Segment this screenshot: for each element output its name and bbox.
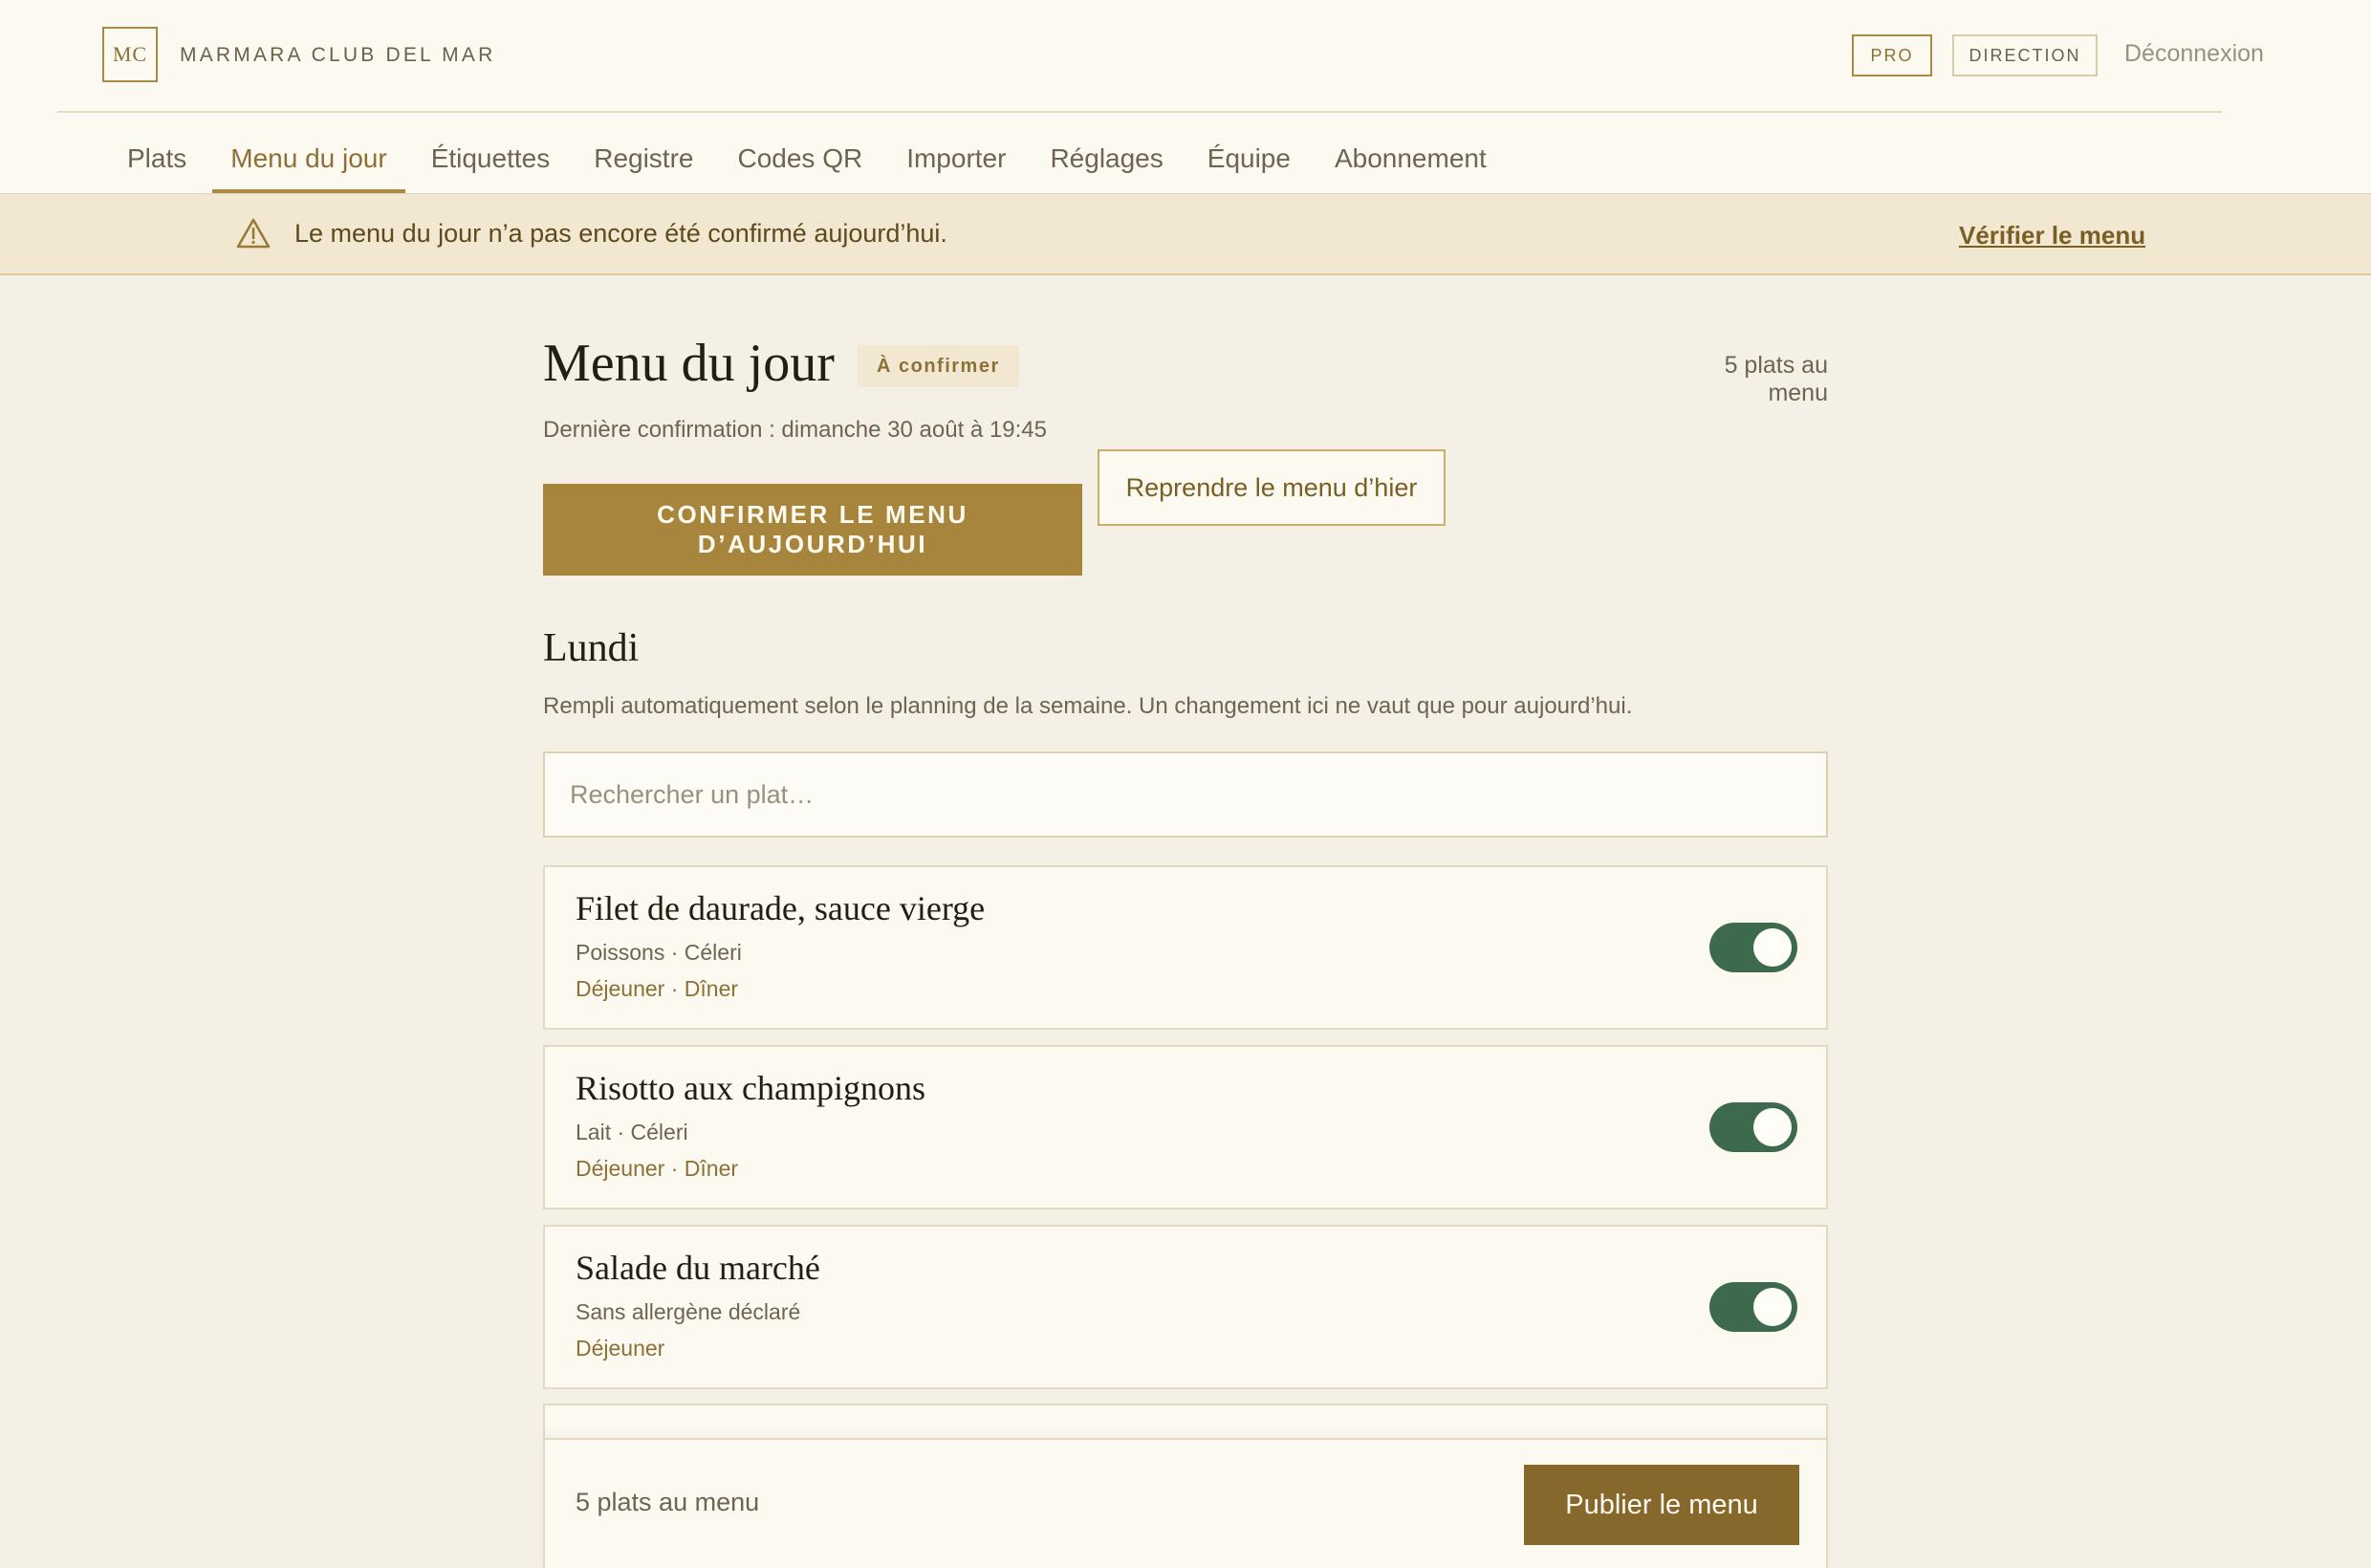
unconfirmed-menu-alert: Le menu du jour n’a pas encore été confi… bbox=[0, 193, 2371, 275]
warning-triangle-icon bbox=[235, 217, 272, 250]
page-title: Menu du jour bbox=[543, 334, 835, 393]
nav-item-plats[interactable]: Plats bbox=[105, 124, 208, 193]
nav-item-reglages[interactable]: Réglages bbox=[1028, 124, 1185, 193]
brand-name: MARMARA CLUB DEL MAR bbox=[180, 44, 496, 66]
reuse-yesterday-menu-button[interactable]: Reprendre le menu d’hier bbox=[1098, 449, 1446, 526]
publish-menu-button[interactable]: Publier le menu bbox=[1524, 1465, 1799, 1545]
dish-allergens: Poissons · Céleri bbox=[576, 940, 742, 965]
dish-allergens: Lait · Céleri bbox=[576, 1120, 688, 1144]
last-confirmation-text: Dernière confirmation : dimanche 30 août… bbox=[543, 417, 1047, 443]
dish-search-input[interactable] bbox=[543, 751, 1828, 838]
dish-toggle[interactable] bbox=[1709, 923, 1797, 972]
logout-link[interactable]: Déconnexion bbox=[2124, 40, 2264, 68]
dish-name: Salade du marché bbox=[576, 1249, 820, 1287]
nav-item-importer[interactable]: Importer bbox=[884, 124, 1028, 193]
dish-allergens: Sans allergène déclaré bbox=[576, 1299, 801, 1324]
day-heading: Lundi bbox=[543, 626, 640, 670]
nav-item-etiquettes[interactable]: Étiquettes bbox=[409, 124, 573, 193]
main-nav: Plats Menu du jour Étiquettes Registre C… bbox=[105, 124, 1509, 193]
toggle-knob bbox=[1753, 1288, 1792, 1326]
nav-item-registre[interactable]: Registre bbox=[572, 124, 715, 193]
dish-card: Salade du marché Sans allergène déclaré … bbox=[543, 1225, 1828, 1389]
dish-meals: Déjeuner bbox=[576, 1336, 665, 1361]
alert-message: Le menu du jour n’a pas encore été confi… bbox=[294, 219, 947, 248]
nav-item-abonnement[interactable]: Abonnement bbox=[1313, 124, 1509, 193]
dish-meals: Déjeuner · Dîner bbox=[576, 1156, 739, 1181]
verify-menu-link[interactable]: Vérifier le menu bbox=[1959, 221, 2145, 250]
header-divider bbox=[57, 111, 2222, 113]
publish-bar: 5 plats au menu Publier le menu bbox=[543, 1438, 1828, 1568]
plan-badge-pro: PRO bbox=[1852, 34, 1932, 76]
top-header: MC MARMARA CLUB DEL MAR PRO DIRECTION Dé… bbox=[0, 0, 2371, 193]
confirm-today-menu-button[interactable]: CONFIRMER LE MENU D’AUJOURD’HUI bbox=[543, 484, 1082, 576]
role-badge-direction: DIRECTION bbox=[1952, 34, 2098, 76]
status-badge: À confirmer bbox=[858, 345, 1019, 387]
nav-item-menu-du-jour[interactable]: Menu du jour bbox=[208, 124, 408, 193]
dish-name: Risotto aux champignons bbox=[576, 1069, 925, 1107]
dish-card: Filet de daurade, sauce vierge Poissons … bbox=[543, 865, 1828, 1030]
toggle-knob bbox=[1753, 1108, 1792, 1146]
nav-item-codes-qr[interactable]: Codes QR bbox=[715, 124, 884, 193]
dish-count: 5 plats au menu bbox=[1724, 352, 1828, 406]
dish-toggle[interactable] bbox=[1709, 1282, 1797, 1332]
dish-meals: Déjeuner · Dîner bbox=[576, 976, 739, 1001]
footer-dish-count: 5 plats au menu bbox=[576, 1488, 760, 1516]
logo: MC bbox=[102, 27, 158, 82]
day-hint: Rempli automatiquement selon le planning… bbox=[543, 693, 1633, 719]
dish-card: Risotto aux champignons Lait · Céleri Dé… bbox=[543, 1045, 1828, 1209]
nav-item-equipe[interactable]: Équipe bbox=[1186, 124, 1313, 193]
dish-toggle[interactable] bbox=[1709, 1102, 1797, 1152]
dish-name: Filet de daurade, sauce vierge bbox=[576, 889, 986, 927]
toggle-knob bbox=[1753, 928, 1792, 967]
